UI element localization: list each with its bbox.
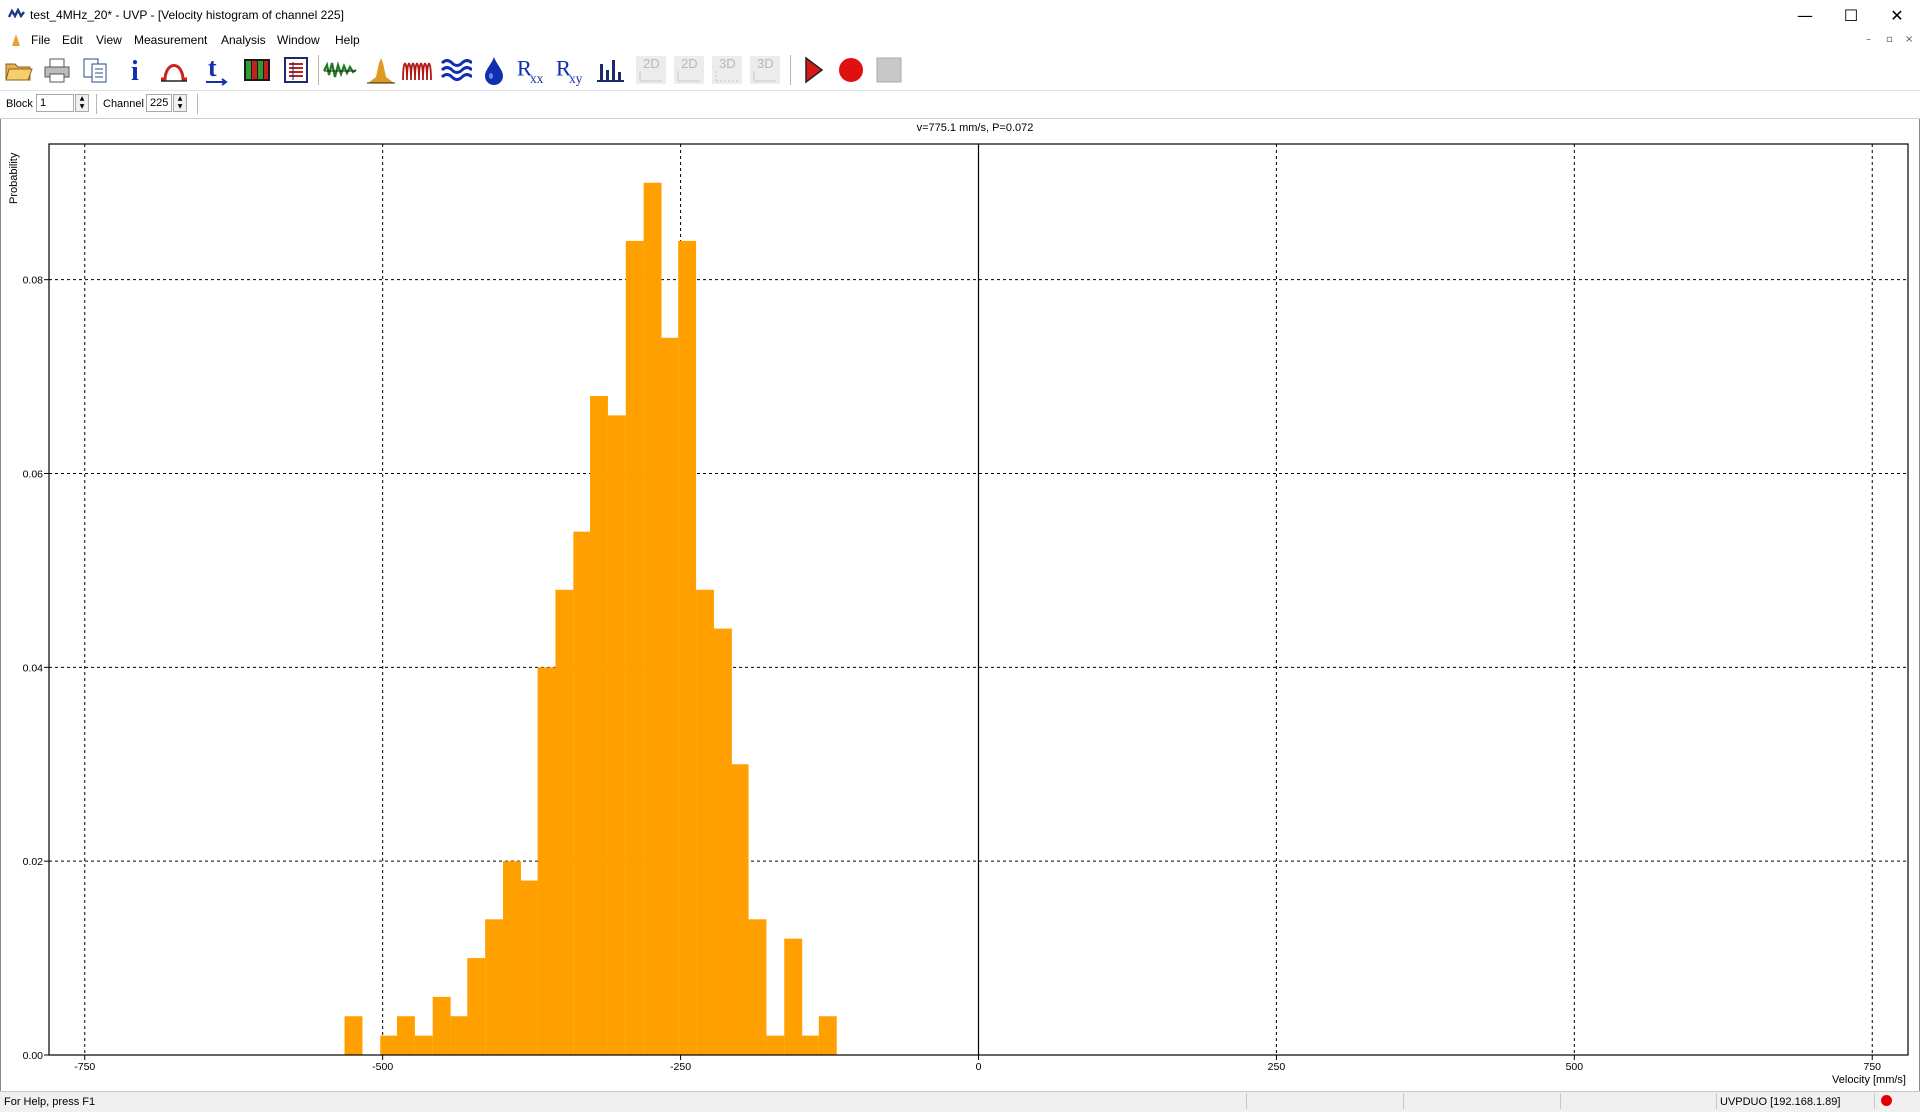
x-tick-label: -500 xyxy=(372,1061,393,1073)
histogram-bar xyxy=(590,395,608,1055)
status-help-text: For Help, press F1 xyxy=(4,1096,96,1108)
y-tick-label: 0.02 xyxy=(23,856,44,868)
histogram-bar xyxy=(344,1016,363,1055)
histogram-bar xyxy=(818,1016,837,1055)
histogram-bar xyxy=(607,415,626,1055)
histogram-bar xyxy=(730,764,749,1055)
histogram-bar xyxy=(625,240,644,1055)
histogram-bar xyxy=(766,1035,785,1055)
x-tick-label: 500 xyxy=(1566,1061,1584,1073)
histogram-bar xyxy=(643,182,662,1055)
histogram-bar xyxy=(696,589,714,1055)
histogram-bar xyxy=(414,1035,433,1055)
x-tick-label: 750 xyxy=(1863,1061,1881,1073)
histogram-bar xyxy=(396,1016,415,1055)
histogram-bar xyxy=(784,938,803,1055)
histogram-bar xyxy=(660,337,679,1055)
y-tick-label: 0.04 xyxy=(23,662,44,674)
status-pane-divider xyxy=(1246,1093,1247,1109)
x-tick-label: 0 xyxy=(976,1061,982,1073)
histogram-bar xyxy=(713,628,732,1055)
x-tick-label: 250 xyxy=(1268,1061,1286,1073)
y-tick-label: 0.00 xyxy=(23,1050,44,1062)
bars-layer xyxy=(344,182,837,1055)
status-pane-divider xyxy=(1403,1093,1404,1109)
status-bar xyxy=(0,1091,1920,1112)
histogram-bar xyxy=(678,240,697,1055)
y-tick-label: 0.08 xyxy=(23,275,44,287)
status-pane-divider xyxy=(1874,1093,1875,1109)
device-status: UVPDUO [192.168.1.89] xyxy=(1720,1096,1841,1108)
histogram-bar xyxy=(432,996,451,1055)
velocity-histogram-chart[interactable]: -750 -500 -250 0 250 500 750 0.00 0.02 0.04 0.06 0.… xyxy=(0,0,1920,1111)
histogram-bar xyxy=(537,667,556,1055)
histogram-bar xyxy=(485,919,504,1055)
histogram-bar xyxy=(380,1035,399,1055)
histogram-bar xyxy=(519,880,538,1055)
x-tick-label: -250 xyxy=(670,1061,691,1073)
grid-layer xyxy=(49,144,1908,1055)
y-tick-label: 0.06 xyxy=(23,469,44,481)
histogram-bar xyxy=(573,531,592,1055)
ticks-layer: -750 -500 -250 0 250 500 750 0.00 0.02 0.04 0.06 0.… xyxy=(23,275,1882,1073)
x-axis-label: Velocity [mm/s] xyxy=(1832,1074,1906,1086)
y-axis-label: Probability xyxy=(8,152,20,204)
histogram-bar xyxy=(748,919,767,1055)
histogram-bar xyxy=(450,1016,469,1055)
histogram-bar xyxy=(800,1035,819,1055)
status-pane-divider xyxy=(1560,1093,1561,1109)
status-pane-divider xyxy=(1716,1093,1717,1109)
histogram-bar xyxy=(503,861,521,1055)
histogram-bar xyxy=(555,589,574,1055)
connection-indicator-icon xyxy=(1881,1095,1892,1106)
histogram-bar xyxy=(467,958,486,1055)
x-tick-label: -750 xyxy=(74,1061,95,1073)
